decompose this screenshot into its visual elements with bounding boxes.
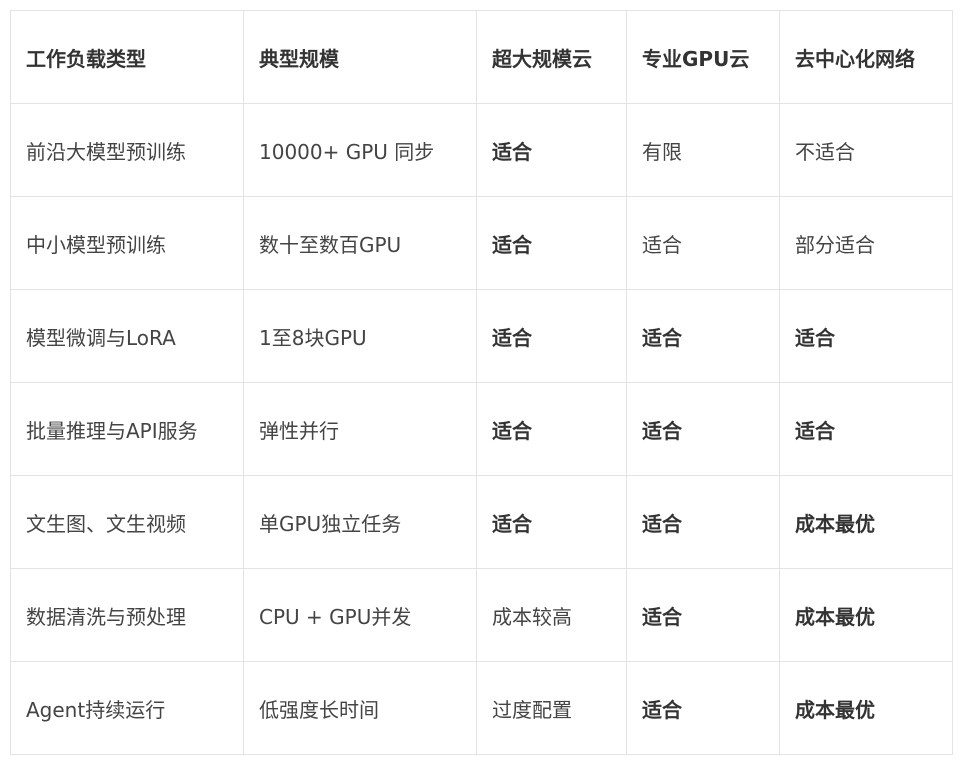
table-row: 模型微调与LoRA 1至8块GPU 适合 适合 适合 [10, 289, 953, 383]
cell-typical-scale: 10000+ GPU 同步 [243, 103, 477, 197]
cell-gpu-cloud: 适合 [626, 475, 780, 569]
cell-typical-scale: 1至8块GPU [243, 289, 477, 383]
cell-decentralized-network: 部分适合 [779, 196, 953, 290]
cell-hyperscale-cloud: 成本较高 [476, 568, 627, 662]
cell-workload-type: Agent持续运行 [10, 661, 244, 755]
cell-decentralized-network: 成本最优 [779, 475, 953, 569]
cell-decentralized-network: 适合 [779, 289, 953, 383]
header-hyperscale-cloud: 超大规模云 [476, 10, 627, 104]
cell-decentralized-network: 适合 [779, 382, 953, 476]
header-decentralized-network: 去中心化网络 [779, 10, 953, 104]
cell-hyperscale-cloud: 适合 [476, 196, 627, 290]
cell-hyperscale-cloud: 适合 [476, 382, 627, 476]
cell-decentralized-network: 成本最优 [779, 661, 953, 755]
cell-typical-scale: CPU + GPU并发 [243, 568, 477, 662]
cell-workload-type: 前沿大模型预训练 [10, 103, 244, 197]
table-header-row: 工作负载类型 典型规模 超大规模云 专业GPU云 去中心化网络 [10, 10, 953, 104]
cell-decentralized-network: 成本最优 [779, 568, 953, 662]
table-row: Agent持续运行 低强度长时间 过度配置 适合 成本最优 [10, 661, 953, 755]
cell-gpu-cloud: 适合 [626, 289, 780, 383]
cell-workload-type: 中小模型预训练 [10, 196, 244, 290]
comparison-table-container: 工作负载类型 典型规模 超大规模云 专业GPU云 去中心化网络 前沿大模型预训练… [10, 10, 953, 755]
header-typical-scale: 典型规模 [243, 10, 477, 104]
cell-typical-scale: 低强度长时间 [243, 661, 477, 755]
table-row: 数据清洗与预处理 CPU + GPU并发 成本较高 适合 成本最优 [10, 568, 953, 662]
cell-gpu-cloud: 适合 [626, 661, 780, 755]
cell-typical-scale: 单GPU独立任务 [243, 475, 477, 569]
cell-hyperscale-cloud: 适合 [476, 103, 627, 197]
table-row: 批量推理与API服务 弹性并行 适合 适合 适合 [10, 382, 953, 476]
cell-gpu-cloud: 适合 [626, 196, 780, 290]
cell-typical-scale: 数十至数百GPU [243, 196, 477, 290]
cell-decentralized-network: 不适合 [779, 103, 953, 197]
table-row: 中小模型预训练 数十至数百GPU 适合 适合 部分适合 [10, 196, 953, 290]
cell-workload-type: 批量推理与API服务 [10, 382, 244, 476]
table-row: 文生图、文生视频 单GPU独立任务 适合 适合 成本最优 [10, 475, 953, 569]
cell-workload-type: 文生图、文生视频 [10, 475, 244, 569]
header-gpu-cloud: 专业GPU云 [626, 10, 780, 104]
cell-workload-type: 数据清洗与预处理 [10, 568, 244, 662]
cell-hyperscale-cloud: 适合 [476, 475, 627, 569]
workload-comparison-table: 工作负载类型 典型规模 超大规模云 专业GPU云 去中心化网络 前沿大模型预训练… [10, 10, 953, 755]
cell-typical-scale: 弹性并行 [243, 382, 477, 476]
cell-hyperscale-cloud: 过度配置 [476, 661, 627, 755]
cell-hyperscale-cloud: 适合 [476, 289, 627, 383]
header-workload-type: 工作负载类型 [10, 10, 244, 104]
cell-gpu-cloud: 适合 [626, 382, 780, 476]
cell-workload-type: 模型微调与LoRA [10, 289, 244, 383]
cell-gpu-cloud: 有限 [626, 103, 780, 197]
cell-gpu-cloud: 适合 [626, 568, 780, 662]
table-row: 前沿大模型预训练 10000+ GPU 同步 适合 有限 不适合 [10, 103, 953, 197]
